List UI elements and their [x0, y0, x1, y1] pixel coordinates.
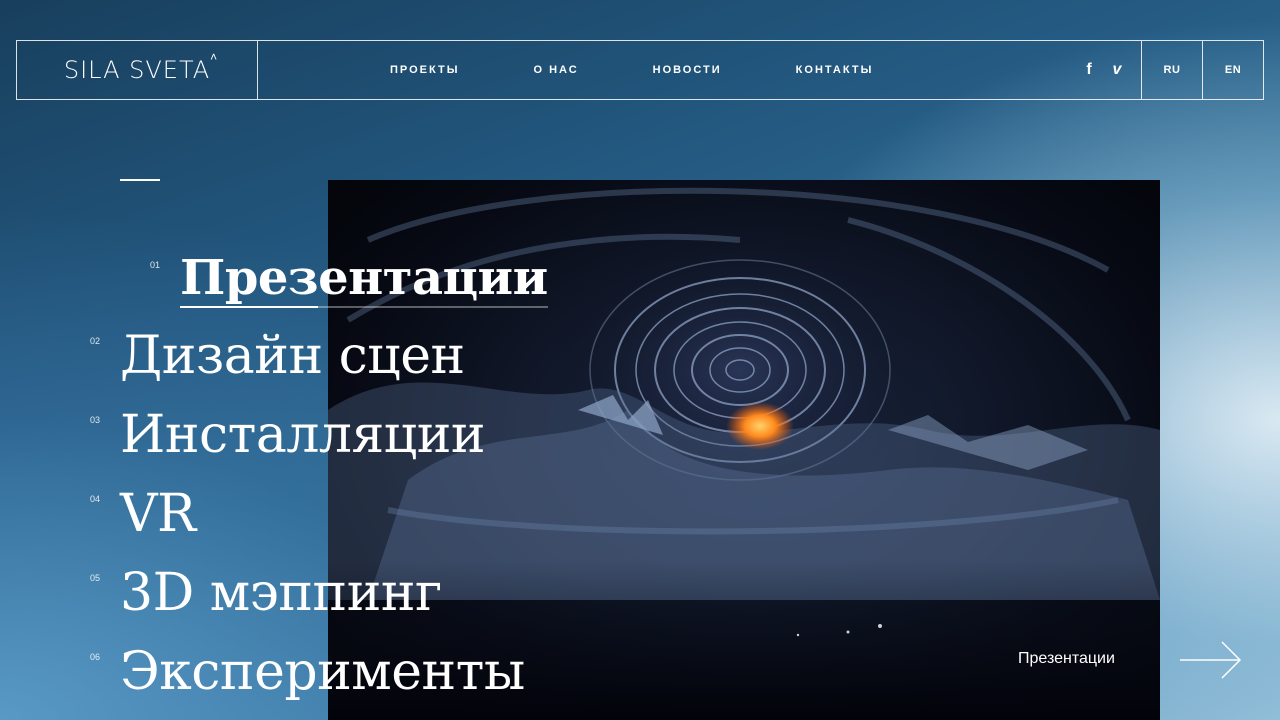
social-links: f v	[1081, 41, 1141, 99]
facebook-icon[interactable]: f	[1081, 61, 1097, 79]
category-3d-mapping[interactable]: 05 3D мэппинг	[90, 563, 442, 623]
logo-cell[interactable]: SILA SVETA ˄	[17, 41, 258, 99]
nav-news[interactable]: НОВОСТИ	[653, 64, 722, 76]
logo-mark: ˄	[210, 50, 219, 64]
category-number: 01	[150, 260, 161, 270]
category-label[interactable]: Дизайн сцен	[120, 326, 465, 386]
arrow-right-icon[interactable]	[1180, 640, 1242, 680]
category-label[interactable]: Инсталляции	[120, 405, 486, 465]
fire-burst	[726, 402, 794, 450]
category-stage-design[interactable]: 02 Дизайн сцен	[90, 326, 465, 386]
nav-contacts[interactable]: КОНТАКТЫ	[796, 64, 874, 76]
hero-caption[interactable]: Презентации	[1018, 650, 1115, 668]
category-number: 02	[90, 336, 101, 346]
category-number: 03	[90, 415, 101, 425]
site-header: SILA SVETA ˄ ПРОЕКТЫ О НАС НОВОСТИ КОНТАК…	[16, 40, 1264, 100]
category-installations[interactable]: 03 Инсталляции	[90, 405, 486, 465]
category-number: 06	[90, 652, 101, 662]
category-label[interactable]: Эксперименты	[120, 642, 525, 702]
lang-en[interactable]: EN	[1202, 41, 1263, 99]
category-label[interactable]: VR	[120, 484, 196, 544]
category-number: 05	[90, 573, 101, 583]
category-vr[interactable]: 04 VR	[90, 484, 196, 544]
main-nav: ПРОЕКТЫ О НАС НОВОСТИ КОНТАКТЫ	[258, 41, 1081, 99]
category-label[interactable]: Презентации	[180, 250, 548, 308]
section-dash	[120, 179, 160, 181]
logo[interactable]: SILA SVETA ˄	[64, 50, 217, 84]
category-number: 04	[90, 494, 101, 504]
nav-projects[interactable]: ПРОЕКТЫ	[390, 64, 459, 76]
nav-about[interactable]: О НАС	[533, 64, 578, 76]
logo-text[interactable]: SILA SVETA	[64, 56, 210, 84]
vimeo-icon[interactable]: v	[1109, 61, 1125, 79]
category-label[interactable]: 3D мэппинг	[120, 563, 442, 623]
category-presentations[interactable]: 01 Презентации	[150, 250, 548, 308]
lang-ru[interactable]: RU	[1141, 41, 1202, 99]
category-experiments[interactable]: 06 Эксперименты	[90, 642, 525, 702]
